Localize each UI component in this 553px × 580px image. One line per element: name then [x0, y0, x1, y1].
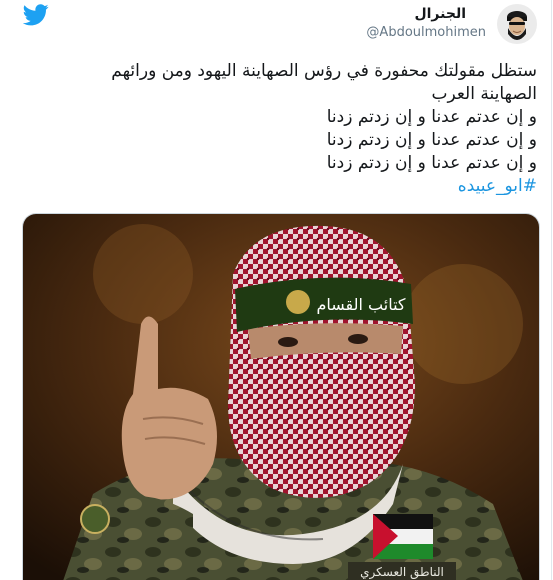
- tweet-card: الجنرال @Abdoulmohimen ستظل مقولتك محفور…: [0, 0, 552, 580]
- author-handle[interactable]: @Abdoulmohimen: [366, 25, 486, 40]
- avatar[interactable]: [497, 4, 537, 44]
- tweet-photo[interactable]: كتائب القسام الناطق العسكري: [22, 213, 540, 580]
- tweet-line: و إن عدتم عدنا و إن زدتم زدنا: [326, 107, 537, 127]
- headband-text: كتائب القسام: [316, 295, 405, 314]
- author-name[interactable]: الجنرال: [414, 6, 466, 22]
- masked-man-photo: كتائب القسام الناطق العسكري: [23, 214, 539, 580]
- flag-patch: [373, 514, 433, 559]
- avatar-image: [497, 4, 537, 44]
- hashtag-link[interactable]: #ابو_عبيده: [37, 175, 537, 198]
- tweet-line: الصهاينة العرب: [431, 84, 537, 104]
- tweet-line: و إن عدتم عدنا و إن زدتم زدنا: [326, 130, 537, 150]
- badge-text: الناطق العسكري: [360, 565, 444, 580]
- twitter-bird-icon[interactable]: [23, 4, 49, 26]
- tweet-text: ستظل مقولتك محفورة في رؤس الصهاينة اليهو…: [37, 60, 537, 198]
- tweet-line: و إن عدتم عدنا و إن زدتم زدنا: [326, 153, 537, 173]
- tweet-line: ستظل مقولتك محفورة في رؤس الصهاينة اليهو…: [111, 61, 537, 81]
